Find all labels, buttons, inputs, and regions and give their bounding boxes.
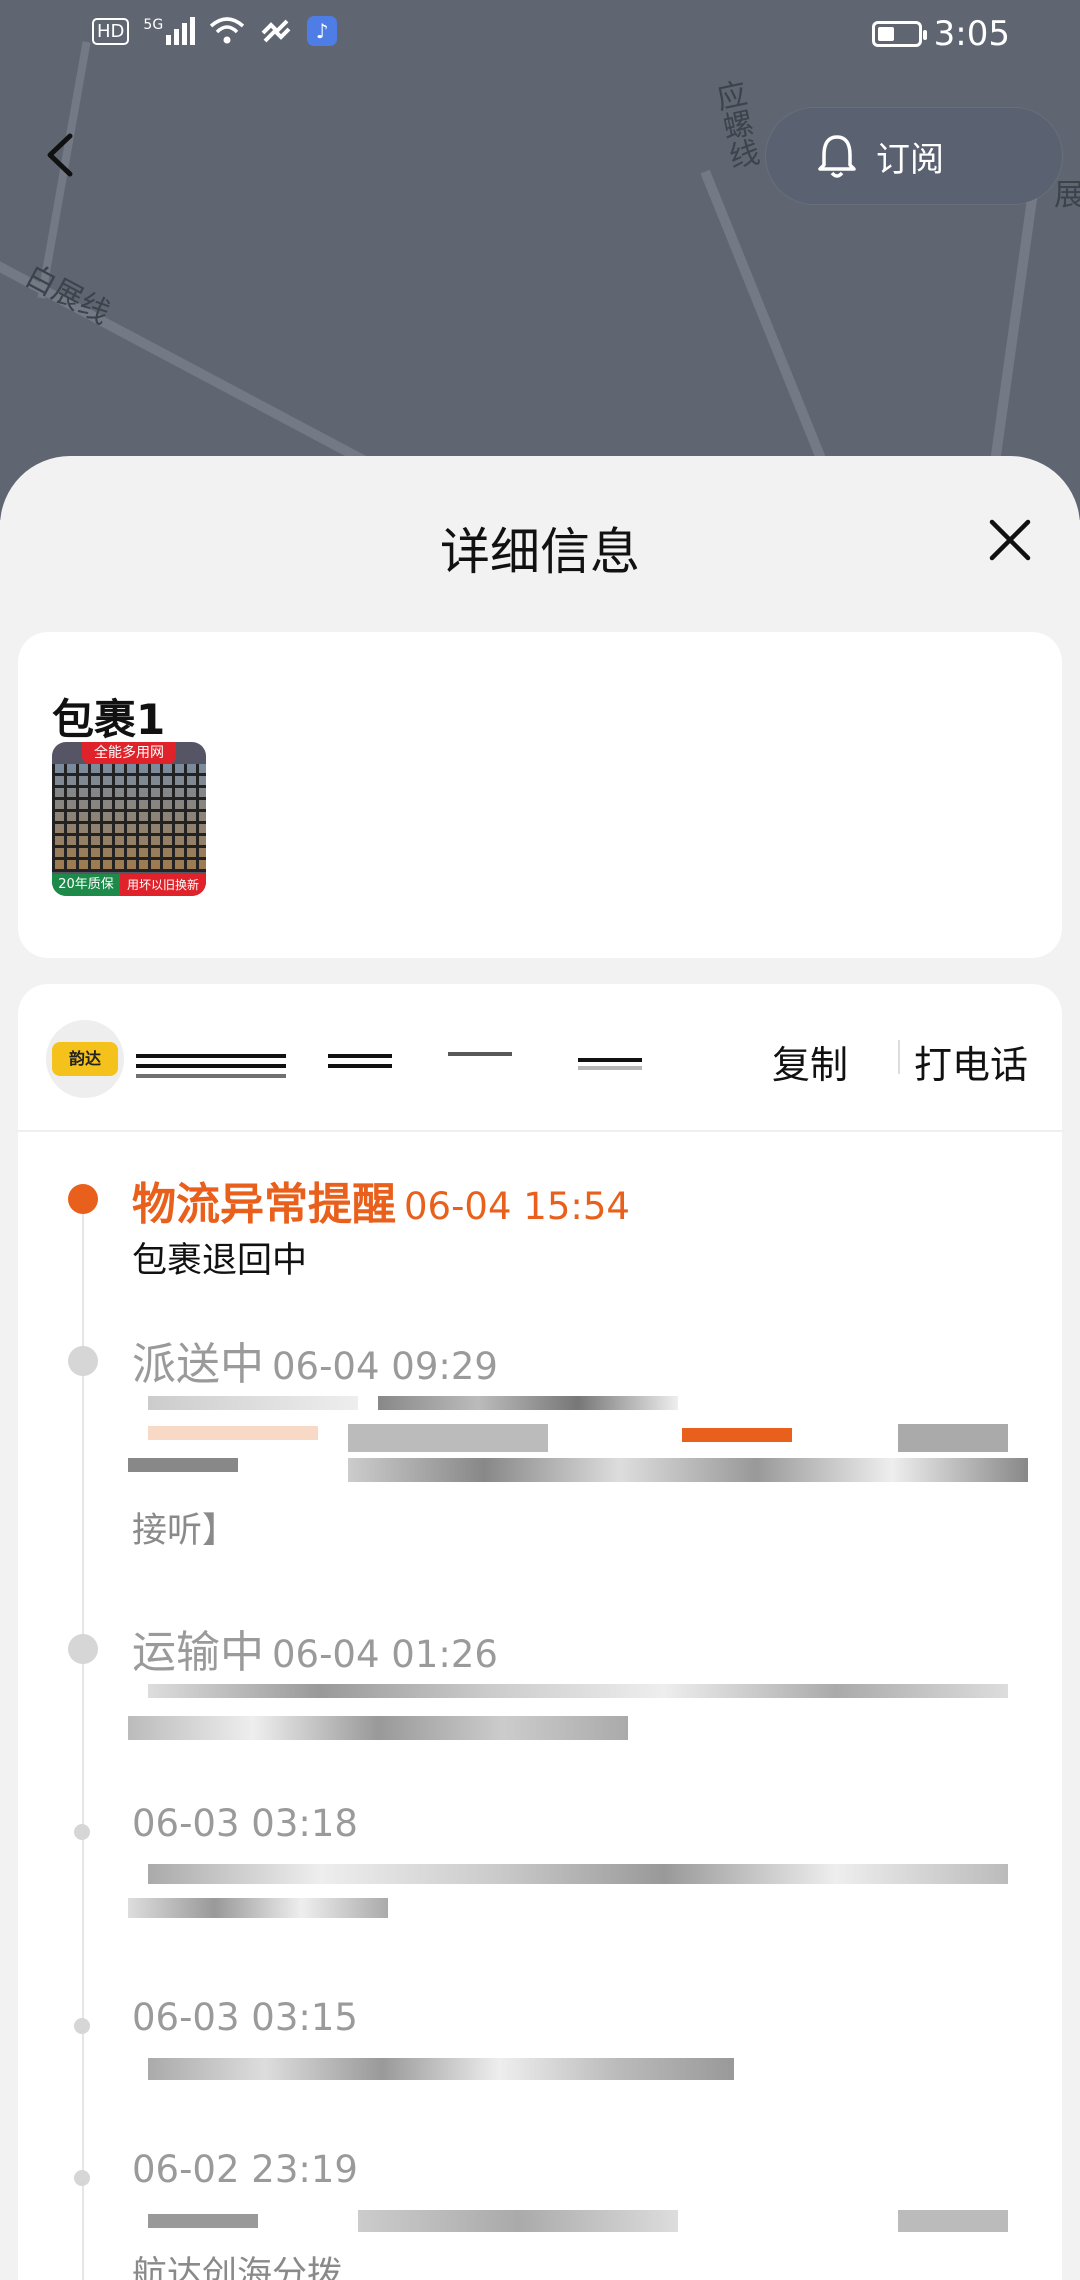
timeline-dot-small [74, 2018, 90, 2034]
thumbnail-footer-right: 用坏以旧换新 [120, 874, 206, 896]
map-view[interactable]: 白展线 应螺线 展 [0, 0, 1080, 520]
carrier-logo: 韵达 [46, 1020, 124, 1098]
status-bar: HD 5G ♪ 3:05 [0, 0, 1080, 70]
carrier-logo-text: 韵达 [52, 1042, 118, 1076]
net-image [52, 764, 206, 872]
close-icon[interactable] [988, 518, 1032, 562]
map-label-baizhan: 白展线 [19, 258, 116, 332]
event-status-text: 运输中 [132, 1627, 264, 1678]
network-type: 5G [143, 17, 164, 33]
bell-icon [818, 135, 856, 178]
event-time: 06-04 01:26 [272, 1633, 498, 1676]
back-arrow-icon[interactable] [40, 130, 80, 180]
thumbnail-banner: 全能多用网 [82, 742, 176, 764]
carrier-row: 韵达 复制 打电话 [18, 984, 1062, 1132]
package-card: 包裹1 全能多用网 20年质保 用坏以旧换新 [18, 632, 1062, 958]
music-app-icon: ♪ [307, 16, 338, 46]
call-button[interactable]: 打电话 [914, 1034, 1028, 1089]
action-divider [898, 1040, 900, 1074]
event-status: 派送中 06-04 09:29 [132, 1328, 498, 1392]
timeline-dot [68, 1634, 98, 1664]
map-road [700, 169, 830, 471]
event-time: 06-02 23:19 [132, 2148, 358, 2191]
event-detail: 包裹退回中 [132, 1241, 308, 1281]
map-label-edge: 展 [1054, 178, 1080, 213]
event-status: 物流异常提醒 06-04 15:54 [132, 1168, 630, 1232]
event-status-text: 派送中 [132, 1339, 264, 1390]
signal-icon: 5G [143, 17, 196, 45]
tracking-card: 韵达 复制 打电话 物流异常提醒 06-04 15:54 包裹退回中 派送中 0… [18, 984, 1062, 2280]
subscribe-button[interactable]: 订阅 [766, 108, 1062, 204]
event-time: 06-03 03:18 [132, 1802, 358, 1845]
wifi-icon [210, 17, 245, 44]
package-title: 包裹1 [52, 695, 166, 744]
event-detail-tail: 航达创海分拨 [132, 2255, 343, 2280]
event-time: 06-04 15:54 [404, 1185, 630, 1228]
timeline-dot-small [74, 2170, 90, 2186]
package-thumbnail[interactable]: 全能多用网 20年质保 用坏以旧换新 [52, 742, 206, 896]
timeline-dot-small [74, 1824, 90, 1840]
timeline-dot [68, 1346, 98, 1376]
event-status-text: 物流异常提醒 [132, 1179, 396, 1230]
clock: 3:05 [933, 14, 1010, 54]
map-label-yingluo: 应螺线 [708, 77, 761, 173]
battery-icon [871, 21, 927, 47]
event-time: 06-04 09:29 [272, 1345, 498, 1388]
sheet-title: 详细信息 [440, 523, 640, 581]
thumbnail-footer-left: 20年质保 [52, 874, 120, 896]
event-status: 运输中 06-04 01:26 [132, 1616, 498, 1680]
timeline-dot-active [68, 1184, 98, 1214]
event-detail-tail: 接听】 [132, 1511, 238, 1551]
event-time: 06-03 03:15 [132, 1996, 358, 2039]
link-icon [261, 19, 291, 43]
subscribe-label: 订阅 [876, 139, 944, 180]
map-road [987, 160, 1043, 480]
copy-button[interactable]: 复制 [772, 1034, 848, 1089]
hd-indicator: HD [92, 17, 130, 45]
detail-sheet: 详细信息 包裹1 全能多用网 20年质保 用坏以旧换新 韵达 复制 打电话 物流… [0, 456, 1080, 2280]
